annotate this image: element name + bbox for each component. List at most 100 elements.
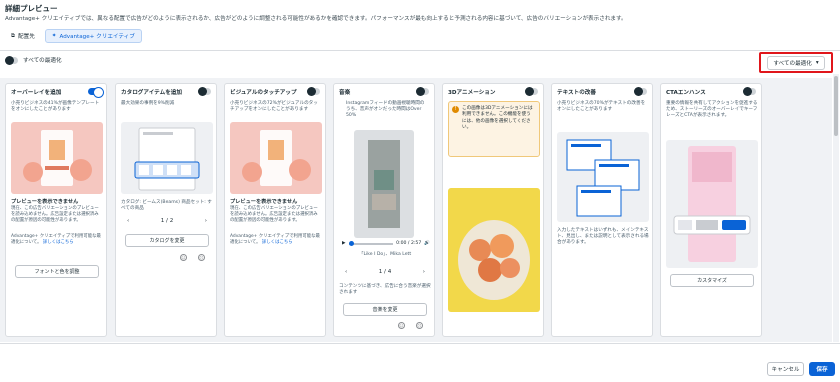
card-visual-touchup: ビジュアルのタッチアップ 小売りビジネスの72%がビジュアルのタッチアップをオン… bbox=[224, 83, 326, 337]
music-caption: コンテンツに基づき、広告に合う音楽が選択されます bbox=[339, 284, 431, 296]
card-toggle[interactable] bbox=[634, 87, 647, 96]
customize-button[interactable]: カスタマイズ bbox=[670, 274, 754, 287]
pager-label: 1 / 2 bbox=[160, 218, 174, 224]
dialog-footer bbox=[0, 343, 840, 382]
card-note: 重要の情報を共有してアクションを促進するため、ストーリーズのオーバーレイでキーフ… bbox=[666, 101, 758, 119]
thumbs-down-icon[interactable]: ☹ bbox=[416, 322, 423, 329]
card-text-improvement: テキストの改善 小売りビジネスの70%がテキストの改善をオンにしたことがあります… bbox=[551, 83, 653, 337]
chevron-left-icon[interactable]: ‹ bbox=[345, 269, 347, 275]
card-title: カタログアイテムを追加 bbox=[121, 90, 182, 96]
pager-label: 1 / 4 bbox=[378, 269, 392, 275]
card-toggle[interactable] bbox=[307, 87, 320, 96]
card-note: 最大効果の事例を9%削減 bbox=[121, 101, 175, 106]
preview-description: 現在、この広告バリエーションのプレビューを読み込めません。広告設定または選択済み… bbox=[11, 206, 99, 223]
catalog-illustration bbox=[134, 127, 200, 191]
audio-player: ▶ 0:00 / 2:57 🔊 bbox=[342, 240, 430, 246]
catalog-preview bbox=[121, 122, 213, 194]
cancel-button[interactable]: キャンセル bbox=[767, 362, 804, 376]
learn-more-link[interactable]: 詳しくはこちら bbox=[262, 240, 293, 245]
volume-icon[interactable]: 🔊 bbox=[424, 241, 430, 246]
all-optimizations-dropdown[interactable]: すべての最適化 ▾ bbox=[767, 55, 825, 70]
preview-image bbox=[230, 122, 322, 194]
dialog-subtitle: Advantage+ クリエイティブでは、異なる配置で広告がどのように表示される… bbox=[5, 16, 627, 22]
card-catalog: カタログアイテムを追加 最大効果の事例を9%削減 カタログ: ビームス(Beam… bbox=[115, 83, 217, 337]
learn-more-link[interactable]: 詳しくはこちら bbox=[43, 240, 74, 245]
all-optimizations-dropdown-highlight: すべての最適化 ▾ bbox=[759, 52, 833, 73]
card-toggle[interactable] bbox=[88, 87, 104, 98]
tab-advantage-creative[interactable]: ✦ Advantage+ クリエイティブ bbox=[44, 29, 142, 43]
scrollbar[interactable] bbox=[833, 74, 839, 342]
song-name: 「Like I Do」、Mika Lett bbox=[358, 252, 412, 257]
peach-bag-illustration bbox=[458, 220, 530, 300]
sparkle-icon: ✦ bbox=[51, 33, 57, 39]
preview-title: プレビューを表示できません bbox=[11, 199, 79, 205]
text-cards-illustration bbox=[566, 139, 640, 217]
chevron-right-icon[interactable]: › bbox=[423, 269, 425, 275]
optimization-info: Advantage+ クリエイティブで利用可能な最適化について。 詳しくはこちら bbox=[11, 234, 103, 246]
preview-image bbox=[11, 122, 103, 194]
placement-icon: ⧉ bbox=[11, 32, 15, 39]
card-title: 音楽 bbox=[339, 90, 351, 96]
overlay-illustration bbox=[23, 130, 92, 186]
tab-placements[interactable]: ⧉ 配置先 bbox=[5, 29, 41, 43]
play-icon[interactable]: ▶ bbox=[342, 241, 346, 246]
music-video-preview bbox=[354, 130, 414, 238]
chevron-left-icon[interactable]: ‹ bbox=[127, 218, 129, 224]
card-note: 小売りビジネスの70%がテキストの改善をオンにしたことがあります bbox=[557, 101, 646, 113]
header-divider bbox=[0, 50, 840, 51]
tab-advantage-label: Advantage+ クリエイティブ bbox=[59, 34, 135, 40]
warning-text: この画像は3Dアニメーションには利用できません。この機能を使うには、他の画像を選… bbox=[462, 106, 533, 131]
dialog-title: 詳細プレビュー bbox=[5, 4, 58, 13]
peach-image bbox=[448, 188, 540, 312]
card-overlay: オーバーレイを追加 小売りビジネスの41%が画像テンプレートをオンにしたことがあ… bbox=[5, 83, 107, 337]
touchup-illustration bbox=[242, 130, 311, 186]
thumbs-down-icon[interactable]: ☹ bbox=[198, 254, 205, 261]
card-note: 小売りビジネスの72%がビジュアルのタッチアップをオンにしたことがあります bbox=[230, 101, 318, 113]
card-title: 3Dアニメーション bbox=[448, 90, 496, 96]
audio-scrubber[interactable] bbox=[348, 240, 394, 246]
all-optimizations-label: すべての最適化 bbox=[23, 58, 62, 64]
warning-icon: ! bbox=[452, 106, 459, 113]
preview-title: プレビューを表示できません bbox=[230, 199, 298, 205]
text-preview bbox=[557, 132, 649, 222]
pager: ‹ 1 / 4 › bbox=[339, 269, 431, 275]
blurred-video-icon bbox=[368, 140, 400, 228]
text-caption: 入力したテキストはいずれも、メインテキスト、見出し、または説明として表示される場… bbox=[557, 228, 649, 246]
audio-time: 0:00 / 2:57 bbox=[396, 241, 422, 246]
card-toggle[interactable] bbox=[198, 87, 211, 96]
change-catalog-button[interactable]: カタログを変更 bbox=[125, 234, 209, 247]
card-note: Instagramフィードの動画視聴時間のうち、音声がオンだった時間はOver … bbox=[346, 101, 425, 119]
card-toggle[interactable] bbox=[743, 87, 756, 96]
preview-description: 現在、この広告バリエーションのプレビューを読み込めません。広告設定または選択済み… bbox=[230, 206, 318, 223]
pager: ‹ 1 / 2 › bbox=[121, 218, 213, 224]
all-optimizations-dropdown-label: すべての最適化 bbox=[773, 60, 812, 67]
card-title: ビジュアルのタッチアップ bbox=[230, 90, 297, 96]
caret-down-icon: ▾ bbox=[815, 59, 819, 66]
card-title: テキストの改善 bbox=[557, 90, 596, 96]
optimization-info: Advantage+ クリエイティブで利用可能な最適化について。 詳しくはこちら bbox=[230, 234, 322, 246]
dialog-header: 詳細プレビュー Advantage+ クリエイティブでは、異なる配置で広告がどの… bbox=[0, 0, 840, 50]
cta-story-illustration bbox=[673, 146, 751, 262]
scrollbar-thumb[interactable] bbox=[834, 76, 838, 136]
save-button[interactable]: 保存 bbox=[809, 362, 835, 376]
thumbs-up-icon[interactable]: ☺ bbox=[398, 322, 405, 329]
catalog-caption: カタログ: ビームス(Beams) 商品セット: すべての商品 bbox=[121, 200, 212, 212]
change-music-button[interactable]: 音楽を変更 bbox=[343, 303, 427, 316]
chevron-right-icon[interactable]: › bbox=[205, 218, 207, 224]
card-title: オーバーレイを追加 bbox=[11, 90, 62, 96]
all-optimizations-toggle[interactable] bbox=[5, 55, 18, 65]
tab-placements-label: 配置先 bbox=[18, 34, 35, 40]
adjust-font-color-button[interactable]: フォントと色を調整 bbox=[15, 265, 99, 278]
warning-banner: ! この画像は3Dアニメーションには利用できません。この機能を使うには、他の画像… bbox=[448, 101, 540, 157]
card-title: CTAエンハンス bbox=[666, 90, 706, 96]
card-3d-animation: 3Dアニメーション ! この画像は3Dアニメーションには利用できません。この機能… bbox=[442, 83, 544, 337]
thumbs-up-icon[interactable]: ☺ bbox=[180, 254, 187, 261]
card-cta-enhance: CTAエンハンス 重要の情報を共有してアクションを促進するため、ストーリーズのオ… bbox=[660, 83, 762, 337]
card-note: 小売りビジネスの41%が画像テンプレートをオンにしたことがあります bbox=[11, 101, 100, 113]
all-optimizations-toggle-row: すべての最適化 bbox=[5, 55, 62, 65]
card-toggle[interactable] bbox=[525, 87, 538, 96]
cta-preview bbox=[666, 140, 758, 268]
card-music: 音楽 Instagramフィードの動画視聴時間のうち、音声がオンだった時間はOv… bbox=[333, 83, 435, 337]
card-toggle[interactable] bbox=[416, 87, 429, 96]
tab-bar: ⧉ 配置先 ✦ Advantage+ クリエイティブ bbox=[5, 29, 142, 43]
